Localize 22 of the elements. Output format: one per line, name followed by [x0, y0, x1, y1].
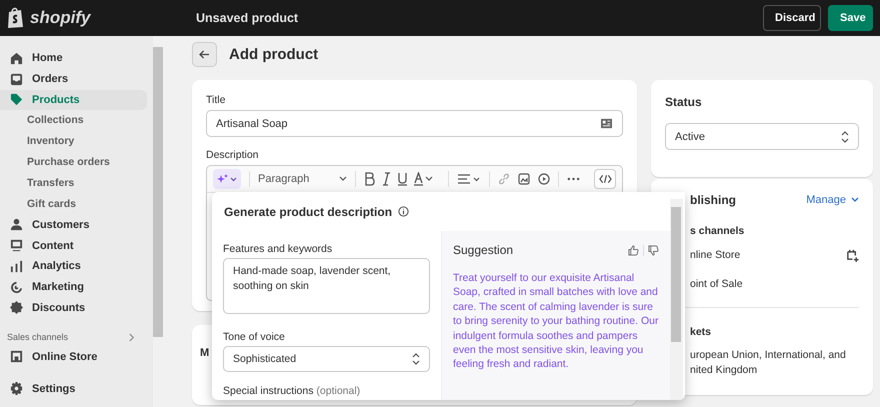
section-heading: Sales channels [7, 332, 68, 342]
channel-name: oint of Sale [690, 278, 743, 290]
section-heading: s channels [690, 225, 746, 237]
channel-name: nline Store [690, 249, 740, 261]
logo-text: shopify [30, 8, 90, 28]
card-title: blishing [690, 193, 736, 207]
markets-text: uropean Union, International, and [690, 348, 847, 363]
field-label: Features and keywords [223, 243, 334, 255]
card-title: M [200, 347, 210, 359]
suggestion-heading: Suggestion [453, 243, 514, 257]
suggestion-text: Treat yourself to our exquisite Artisanal Soap, crafted in small batches with love and care. The scent of calming lavender is sure to bring serenity to your bathing routine. Our indulgent formula soothes and pampers even the most sensitive skin, leaving you feeling fresh and radiant. [453, 271, 659, 372]
card-title: Status [665, 95, 703, 109]
optional-hint: (optional) [316, 385, 360, 397]
section-heading: kets [690, 326, 712, 338]
field-label: Tone of voice [223, 331, 286, 343]
page-status-title: Unsaved product [196, 11, 300, 25]
field-label: Description [206, 149, 260, 161]
field-label: Special instructions [223, 385, 314, 397]
markets-text: nited Kingdom [690, 363, 758, 378]
field-label: Title [206, 94, 226, 106]
page-title: Add product [229, 46, 318, 62]
popup-title: Generate product description [224, 204, 392, 218]
